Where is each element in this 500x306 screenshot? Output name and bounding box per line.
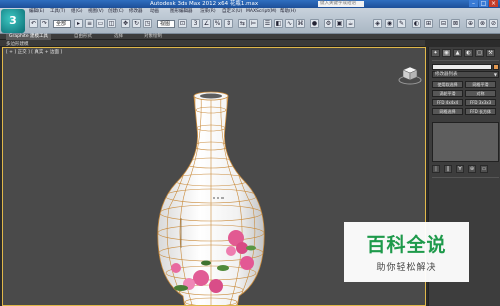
command-panel-tabs: ✦ ◉ ▲ ◐ □ ⚒ [431,49,495,57]
configure-sets-icon[interactable]: ▭ [480,165,488,173]
modifier-button-1[interactable]: 使用软选择 [432,81,463,88]
select-object-icon[interactable]: ▸ [74,19,83,28]
divider [432,177,499,178]
app-menu-button[interactable]: 3 [1,9,25,33]
toolbar-extra-1-icon[interactable]: ◈ [373,19,382,28]
hierarchy-tab-icon[interactable]: ▲ [453,49,462,57]
move-icon[interactable]: ✥ [121,19,130,28]
modifier-button-3[interactable]: 涡轮平滑 [432,90,463,97]
selection-filter-select[interactable]: 全部 [53,20,71,28]
maximize-icon[interactable]: □ [479,0,488,7]
ribbon-panel: 多边形建模 [0,40,425,47]
angle-snap-icon[interactable]: ∠ [202,19,211,28]
mirror-icon[interactable]: ⇆ [238,19,247,28]
show-end-result-icon[interactable]: ‖ [444,165,452,173]
select-by-name-icon[interactable]: ≡ [85,19,94,28]
curve-editor-icon[interactable]: ∿ [285,19,294,28]
watermark-subtitle: 助你轻松解决 [376,263,437,273]
menu-item-3[interactable]: 视图(V) [88,9,104,15]
modifier-button-2[interactable]: 网格平滑 [465,81,496,88]
percent-snap-icon[interactable]: % [213,19,222,28]
render-setup-icon[interactable]: ⚙ [324,19,333,28]
window-crossing-icon[interactable]: ◫ [107,19,116,28]
region-select-icon[interactable]: ▭ [96,19,105,28]
menu-item-1[interactable]: 工具(T) [50,9,65,15]
modifier-list-label: 修改器列表 [435,72,458,77]
modifier-button-4[interactable]: 对称 [465,90,496,97]
toolbar-extra-2-icon[interactable]: ◉ [385,19,394,28]
schematic-view-icon[interactable]: ⌘ [296,19,305,28]
material-editor-icon[interactable]: ● [310,19,319,28]
watermark: 百科全说 助你轻松解决 [344,222,469,282]
close-icon[interactable]: × [489,0,498,7]
align-icon[interactable]: ⊨ [249,19,258,28]
help-search-input[interactable]: 键入关键字或短语 [318,1,364,7]
main-toolbar: 3 编辑(E) 工具(T) 组(G) 视图(V) 创建(C) 修改器 动画 图形编辑器 渲染(R… [0,8,500,34]
reference-coordinate-select[interactable]: 视图 [157,20,175,28]
toolbar-extra-8-icon[interactable]: ⊕ [466,19,475,28]
window-controls: – □ × [469,0,498,7]
menu-item-2[interactable]: 组(G) [71,9,83,15]
menu-item-11[interactable]: 帮助(H) [280,9,296,15]
menu-item-10[interactable]: MAXScript(M) [246,9,277,15]
watermark-title: 百科全说 [366,234,447,256]
spinner-snap-icon[interactable]: ⇕ [224,19,233,28]
vase-model[interactable] [151,88,271,306]
toolbar-extra-7-icon[interactable]: ⊠ [451,19,460,28]
create-tab-icon[interactable]: ✦ [431,49,440,57]
toolbar-extra-10-icon[interactable]: ⊘ [489,19,498,28]
modifier-list-select[interactable]: 修改器列表 ▼ [432,71,499,78]
menu-item-5[interactable]: 修改器 [129,9,143,15]
snaps-toggle-icon[interactable]: 3 [191,19,200,28]
divider [432,60,499,61]
toolbar-extra-9-icon[interactable]: ⊗ [478,19,487,28]
make-unique-icon[interactable]: ∀ [456,165,464,173]
chevron-down-icon: ▼ [493,72,497,77]
modifier-button-6[interactable]: FFD 3x3x3 [465,99,496,106]
toolbar-extra-5-icon[interactable]: ⊞ [424,19,433,28]
display-tab-icon[interactable]: □ [475,49,484,57]
menu-item-7[interactable]: 图形编辑器 [170,9,193,15]
menu-item-0[interactable]: 编辑(E) [29,9,44,15]
menu-item-4[interactable]: 创建(C) [108,9,124,15]
title-bar: Autodesk 3ds Max 2012 x64 花瓶1.max 键入关键字或… [0,0,500,8]
undo-icon[interactable]: ↶ [29,19,38,28]
menu-item-9[interactable]: 自定义(U) [222,9,242,15]
modifier-stack[interactable] [432,122,499,162]
toolbar-extra-3-icon[interactable]: ✎ [397,19,406,28]
rendered-frame-icon[interactable]: ▣ [335,19,344,28]
render-production-icon[interactable]: ☕ [346,19,355,28]
menu-item-8[interactable]: 渲染(R) [200,9,216,15]
layer-manager-icon[interactable]: ☰ [263,19,272,28]
menu-item-6[interactable]: 动画 [150,9,159,15]
redo-icon[interactable]: ↷ [40,19,49,28]
modify-tab-icon[interactable]: ◉ [442,49,451,57]
remove-modifier-icon[interactable]: ⊕ [468,165,476,173]
rotate-icon[interactable]: ↻ [132,19,141,28]
modifier-button-7[interactable]: 网格选择 [432,108,463,115]
minimize-icon[interactable]: – [469,0,478,7]
object-name-field[interactable] [432,64,492,70]
object-color-swatch[interactable] [493,64,499,70]
viewcube-icon[interactable] [397,62,423,86]
pivot-icon[interactable]: ⊡ [178,19,187,28]
utilities-tab-icon[interactable]: ⚒ [486,49,495,57]
modifier-button-5[interactable]: FFD 4x4x4 [432,99,463,106]
motion-tab-icon[interactable]: ◐ [464,49,473,57]
stack-controls: | ‖ ∀ ⊕ ▭ [432,165,488,173]
window-title: Autodesk 3ds Max 2012 x64 花瓶1.max [150,1,259,7]
pin-stack-icon[interactable]: | [432,165,440,173]
toolbar-extra-4-icon[interactable]: ◐ [412,19,421,28]
viewport-label[interactable]: [ + ] 正交 ] [ 真实 + 边面 ] [6,49,62,55]
graphite-toggle-icon[interactable]: ◧ [274,19,283,28]
toolbar-extra-6-icon[interactable]: ⊟ [439,19,448,28]
modifier-button-8[interactable]: FFD 长方体 [465,108,496,115]
scale-icon[interactable]: ◳ [143,19,152,28]
